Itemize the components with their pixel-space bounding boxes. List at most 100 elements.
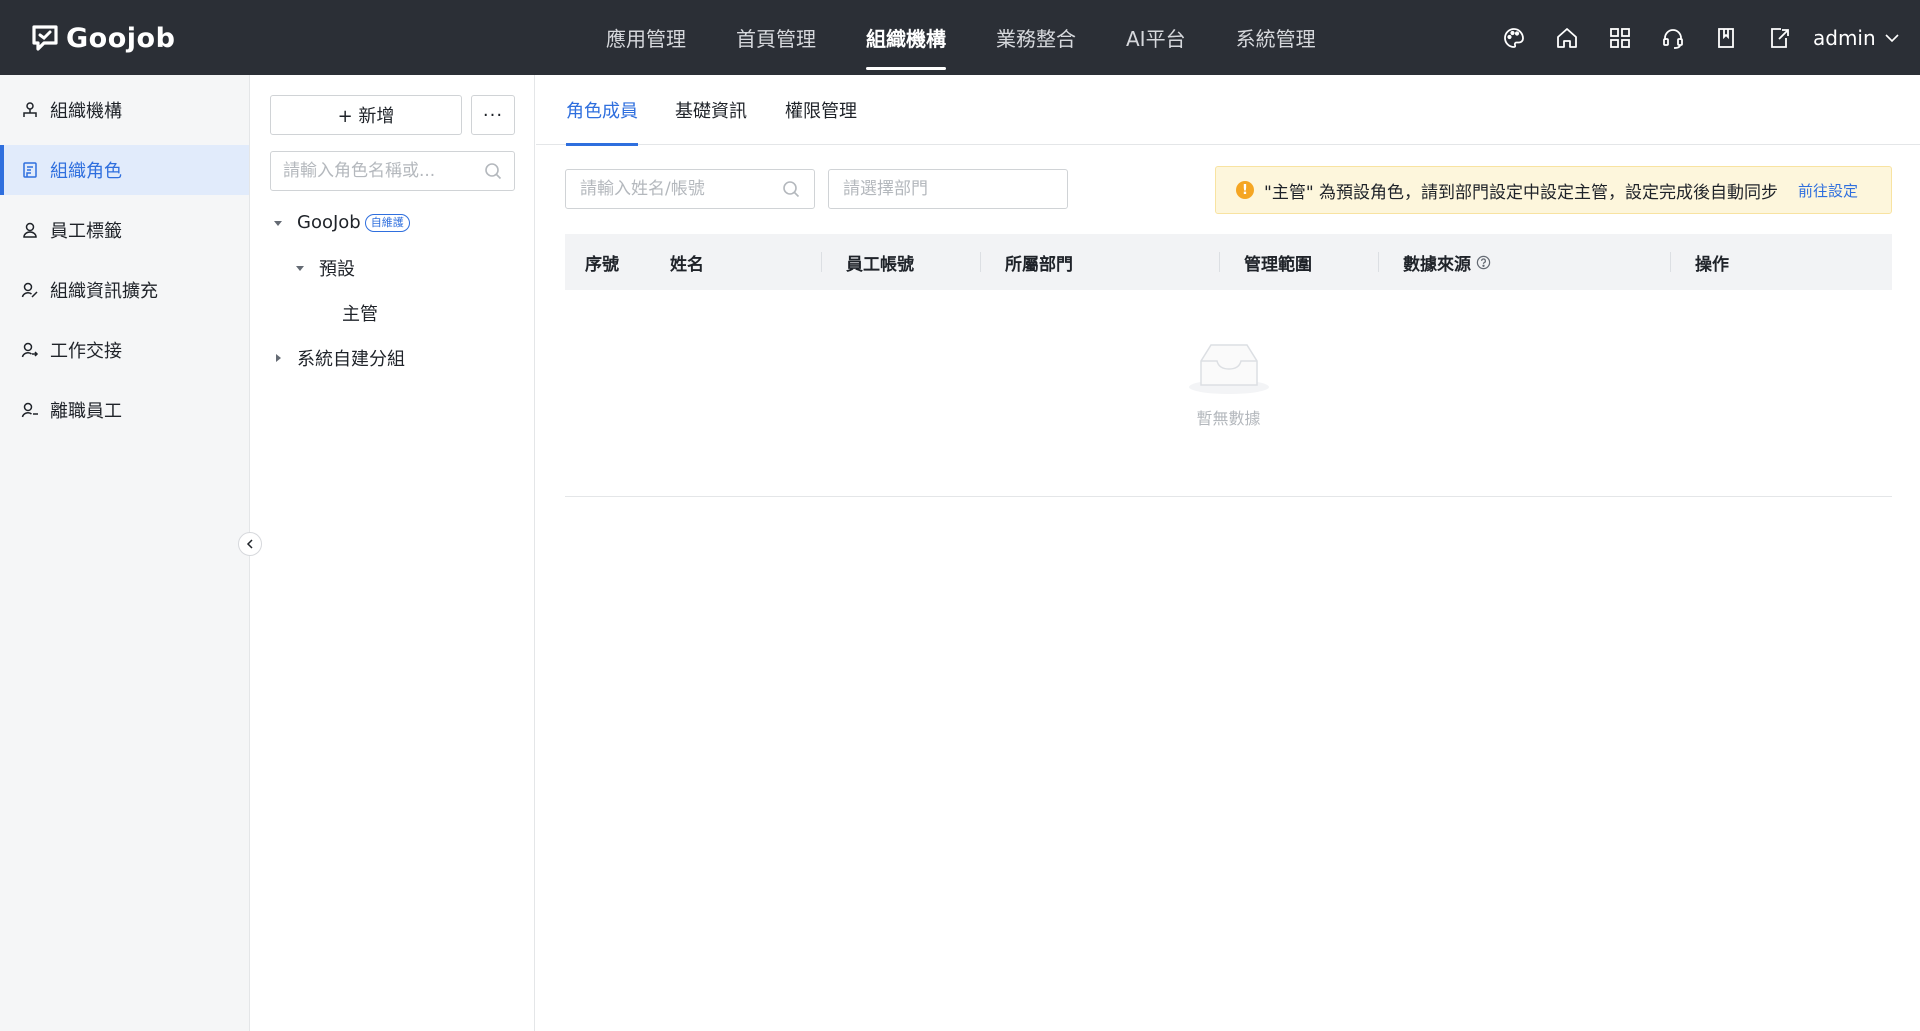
user-menu[interactable]: admin [1813,24,1900,52]
sidebar-item-label: 組織角色 [50,161,122,182]
tab-label: 權限管理 [785,101,857,122]
sidebar-item-resigned-employees[interactable]: 離職員工 [0,385,249,435]
empty-text: 暫無數據 [1196,409,1261,428]
role-search-box [270,151,515,191]
top-nav: 應用管理 首頁管理 組織機構 業務整合 AI平台 系統管理 [588,0,1348,75]
department-select-input[interactable] [843,179,1053,199]
caret-down-icon[interactable] [293,261,307,275]
tab-role-members[interactable]: 角色成員 [566,75,638,146]
sidebar-item-label: 工作交接 [50,341,122,362]
apps-grid-icon[interactable] [1606,24,1634,52]
member-search-input[interactable] [580,179,782,199]
main-content: 角色成員 基礎資訊 權限管理 ! "主管" 為預設角色，請到部門設定中設定主管，… [536,75,1920,1031]
book-icon[interactable] [1712,24,1740,52]
role-tabs: 角色成員 基礎資訊 權限管理 [536,75,1920,146]
column-header-label: 序號 [585,254,619,275]
topnav-label: 業務整合 [996,27,1076,51]
user-leave-icon [20,400,40,420]
support-headset-icon[interactable] [1659,24,1687,52]
tab-permission-management[interactable]: 權限管理 [785,75,857,145]
topnav-label: 組織機構 [866,27,946,51]
topnav-item-ai-platform[interactable]: AI平台 [1108,0,1204,75]
left-sidebar: 組織機構 組織角色 員工標籤 組織資訊擴充 工作交接 離職員工 [0,75,250,1031]
topnav-label: AI平台 [1126,27,1186,51]
column-header-label: 數據來源 [1403,254,1471,275]
tab-label: 基礎資訊 [675,101,747,122]
members-table: 序號 姓名 員工帳號 所屬部門 管理範圍 數據來源 操作 暫無數據 [565,234,1892,497]
tree-node-label: 預設 [319,258,355,280]
department-select[interactable] [828,169,1068,209]
tab-label: 角色成員 [566,101,638,122]
topnav-item-system-management[interactable]: 系統管理 [1218,0,1334,75]
member-search-box [565,169,815,209]
go-to-settings-link[interactable]: 前往設定 [1798,180,1858,201]
tag-user-icon [20,220,40,240]
export-icon[interactable] [1765,24,1793,52]
top-navigation-bar: Goojob 應用管理 首頁管理 組織機構 業務整合 AI平台 系統管理 adm… [0,0,1920,75]
table-header: 序號 姓名 員工帳號 所屬部門 管理範圍 數據來源 操作 [565,234,1892,290]
column-header-index: 序號 [565,234,670,290]
role-search-input[interactable] [283,161,484,181]
column-header-scope: 管理範圍 [1219,234,1378,290]
topnav-label: 應用管理 [606,27,686,51]
app-root: Goojob 應用管理 首頁管理 組織機構 業務整合 AI平台 系統管理 adm… [0,0,1920,1031]
topnav-item-organization[interactable]: 組織機構 [848,0,964,75]
help-circle-icon[interactable] [1476,255,1491,270]
column-header-department: 所屬部門 [980,234,1219,290]
column-header-label: 管理範圍 [1244,254,1312,275]
sidebar-item-organization[interactable]: 組織機構 [0,85,249,135]
column-header-label: 姓名 [670,254,704,275]
tab-basic-info[interactable]: 基礎資訊 [675,75,747,145]
tree-node-system-groups[interactable]: 系統自建分組 [251,335,535,380]
column-header-label: 員工帳號 [846,254,914,275]
tree-node-label: 主管 [342,303,378,325]
notice-text: "主管" 為預設角色，請到部門設定中設定主管，設定完成後自動同步 [1264,182,1779,203]
top-toolbar-icons [1500,24,1793,52]
tree-node-label: GooJob [297,212,361,233]
column-header-label: 所屬部門 [1005,254,1073,275]
home-icon[interactable] [1553,24,1581,52]
role-tree-panel: + 新增 ··· GooJob 自維護 預設 主管 系統自建分組 [251,75,535,1031]
more-actions-button[interactable]: ··· [471,95,515,135]
topnav-label: 系統管理 [1235,27,1316,51]
sidebar-item-org-info-extension[interactable]: 組織資訊擴充 [0,265,249,315]
tree-node-label: 系統自建分組 [297,348,405,370]
topnav-item-app-management[interactable]: 應用管理 [588,0,704,75]
empty-inbox-icon [1188,344,1269,394]
add-role-button[interactable]: + 新增 [270,95,462,135]
search-icon[interactable] [782,180,800,198]
role-tree: GooJob 自維護 預設 主管 系統自建分組 [251,200,535,380]
topnav-item-business-integration[interactable]: 業務整合 [978,0,1094,75]
brand-logo[interactable]: Goojob [30,20,175,56]
search-icon[interactable] [484,162,502,180]
caret-down-icon[interactable] [271,216,285,230]
default-role-notice: ! "主管" 為預設角色，請到部門設定中設定主管，設定完成後自動同步 前往設定 [1215,166,1892,214]
chevron-down-icon [1885,34,1899,43]
sidebar-item-org-roles[interactable]: 組織角色 [0,145,249,195]
tree-node-supervisor[interactable]: 主管 [251,290,535,335]
column-header-actions: 操作 [1670,234,1892,290]
user-edit-icon [20,280,40,300]
role-doc-icon [20,160,40,180]
org-tree-icon [20,100,40,120]
sidebar-item-label: 組織資訊擴充 [50,281,158,302]
collapse-sidebar-button[interactable] [238,532,262,556]
topnav-label: 首頁管理 [736,27,816,51]
tree-node-goojob[interactable]: GooJob 自維護 [251,200,535,245]
user-transfer-icon [20,340,40,360]
tree-node-default[interactable]: 預設 [251,245,535,290]
caret-right-icon[interactable] [271,351,285,365]
sidebar-item-employee-tags[interactable]: 員工標籤 [0,205,249,255]
column-header-name: 姓名 [670,234,821,290]
column-header-label: 操作 [1695,254,1729,275]
logo-mark-icon [32,25,58,51]
topnav-item-homepage-management[interactable]: 首頁管理 [718,0,834,75]
warning-icon: ! [1236,181,1254,199]
palette-icon[interactable] [1500,24,1528,52]
column-header-data-source: 數據來源 [1378,234,1670,290]
sidebar-item-label: 組織機構 [50,101,122,122]
sidebar-item-label: 員工標籤 [50,221,122,242]
user-name: admin [1813,26,1876,50]
sidebar-item-work-handover[interactable]: 工作交接 [0,325,249,375]
brand-name: Goojob [66,22,176,54]
